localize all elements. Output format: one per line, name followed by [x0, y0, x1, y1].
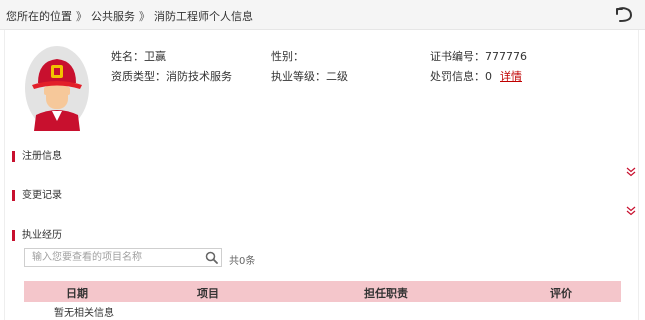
section-registration[interactable]: 注册信息: [12, 151, 62, 162]
firefighter-avatar: [25, 46, 89, 131]
column-header-project: 项目: [197, 287, 219, 300]
detail-link[interactable]: 详情: [500, 70, 522, 83]
double-chevron-down-icon[interactable]: [626, 206, 636, 216]
result-count: 共0条: [229, 256, 256, 267]
search-box: [24, 248, 222, 267]
top-bar: 您所在的位置》公共服务》消防工程师个人信息: [0, 0, 645, 30]
column-header-role: 担任职责: [364, 287, 408, 300]
search-input[interactable]: [25, 249, 201, 266]
section-changes[interactable]: 变更记录: [12, 190, 62, 201]
breadcrumb-item-current: 消防工程师个人信息: [154, 10, 253, 23]
level-field: 执业等级：二级: [271, 70, 348, 83]
back-arrow-icon[interactable]: [613, 5, 635, 25]
search-icon[interactable]: [205, 251, 218, 264]
breadcrumb-item-public-service[interactable]: 公共服务: [91, 10, 135, 23]
breadcrumb-prefix: 您所在的位置: [6, 10, 72, 23]
penalty-text: 处罚信息：0: [430, 70, 492, 83]
main-content: 姓名：卫赢 性别： 证书编号：777776 资质类型：消防技术服务 执业等级：二…: [4, 30, 639, 320]
breadcrumb-separator: 》: [139, 10, 150, 23]
gender-field: 性别：: [271, 50, 304, 63]
double-chevron-down-icon[interactable]: [626, 167, 636, 177]
table-header: 日期 项目 担任职责 评价: [24, 281, 621, 302]
breadcrumb-separator: 》: [76, 10, 87, 23]
empty-table-message: 暂无相关信息: [54, 308, 114, 319]
penalty-field: 处罚信息：0 详情: [430, 68, 522, 84]
column-header-rating: 评价: [550, 287, 572, 300]
column-header-date: 日期: [66, 287, 88, 300]
name-field: 姓名：卫赢: [111, 50, 166, 63]
cert-number-field: 证书编号：777776: [430, 50, 527, 63]
breadcrumb: 您所在的位置》公共服务》消防工程师个人信息: [6, 8, 253, 24]
qualification-field: 资质类型：消防技术服务: [111, 70, 232, 83]
section-practice[interactable]: 执业经历: [12, 230, 62, 241]
